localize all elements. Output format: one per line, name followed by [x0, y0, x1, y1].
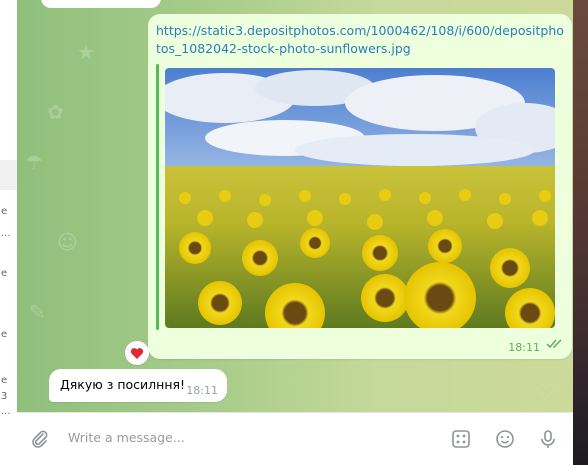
attach-icon[interactable] [28, 427, 52, 451]
reaction-heart[interactable] [125, 341, 149, 365]
chat-list-fragment: ... [1, 228, 11, 239]
chat-list-fragment: e [1, 206, 8, 217]
message-composer: Write a message... [17, 412, 573, 465]
microphone-icon[interactable] [536, 427, 560, 451]
chat-list-fragment: ... [1, 406, 11, 417]
doodle-icon: ✿ [47, 100, 64, 124]
commands-icon[interactable] [449, 427, 473, 451]
chat-list-fragment: 3 [1, 391, 8, 402]
chat-list-fragment: e [1, 268, 8, 279]
link-preview-accent-bar [156, 64, 159, 330]
message-input[interactable]: Write a message... [68, 430, 185, 445]
incoming-message-bubble[interactable]: Дякую з посилння! 18:11 [49, 369, 227, 402]
double-check-icon [546, 334, 564, 353]
chat-background: ✿ ☂ ☺ ✎ ★ ♡ https://static3.depositphoto… [17, 0, 573, 412]
link-preview-image[interactable] [165, 68, 555, 328]
window-background-edge [573, 0, 588, 465]
emoji-icon[interactable] [493, 427, 517, 451]
message-link[interactable]: https://static3.depositphotos.com/100046… [156, 22, 566, 58]
chat-list-fragment: e [1, 329, 8, 340]
chat-list-fragment: e [1, 375, 8, 386]
chat-list-edge: e ... e e e 3 ... [0, 0, 18, 465]
doodle-icon: ★ [77, 40, 95, 64]
doodle-icon: ♡ [537, 380, 555, 404]
heart-icon [130, 347, 144, 359]
doodle-icon: ☺ [57, 230, 78, 254]
message-time: 18:11 [508, 341, 540, 354]
previous-message-bubble [41, 0, 161, 8]
message-time: 18:11 [186, 384, 218, 397]
doodle-icon: ☂ [25, 150, 43, 174]
outgoing-message-bubble[interactable]: https://static3.depositphotos.com/100046… [148, 14, 572, 359]
message-text: Дякую з посилння! [60, 377, 186, 392]
chat-list-selected-item[interactable] [0, 160, 17, 190]
doodle-icon: ✎ [29, 300, 46, 324]
